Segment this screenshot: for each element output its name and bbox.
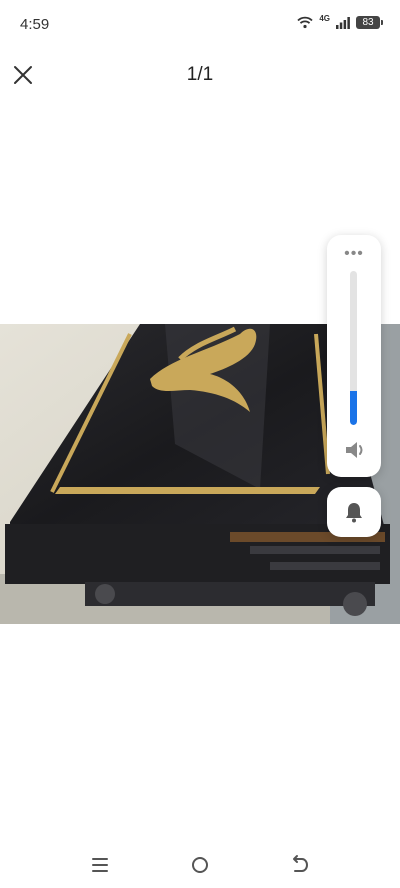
- more-dots-icon[interactable]: •••: [327, 246, 381, 262]
- status-icons: 4G 83: [297, 14, 383, 29]
- battery-icon: 83: [356, 16, 383, 29]
- page-counter: 1/1: [186, 64, 214, 85]
- back-icon: [293, 855, 308, 872]
- speaker-icon: [346, 442, 363, 458]
- ring-mode-button[interactable]: [327, 487, 381, 537]
- status-time: 4:59: [20, 16, 50, 33]
- signal-icon: [336, 16, 350, 29]
- status-bar: 4:59 4G 83: [0, 0, 400, 50]
- menu-icon: [92, 858, 108, 872]
- navigation-bar: [0, 840, 400, 888]
- back-button[interactable]: [288, 854, 312, 876]
- bell-icon: [346, 503, 362, 523]
- volume-slider-fill: [350, 391, 357, 425]
- network-type-label: 4G: [319, 14, 330, 23]
- recents-button[interactable]: [88, 854, 112, 876]
- home-icon: [192, 857, 208, 873]
- home-button[interactable]: [188, 854, 212, 876]
- volume-panel: •••: [327, 235, 381, 477]
- volume-slider[interactable]: [350, 271, 357, 425]
- wifi-icon: [297, 16, 313, 29]
- speaker-button[interactable]: [343, 439, 367, 461]
- viewer-top-bar: 1/1: [0, 50, 400, 102]
